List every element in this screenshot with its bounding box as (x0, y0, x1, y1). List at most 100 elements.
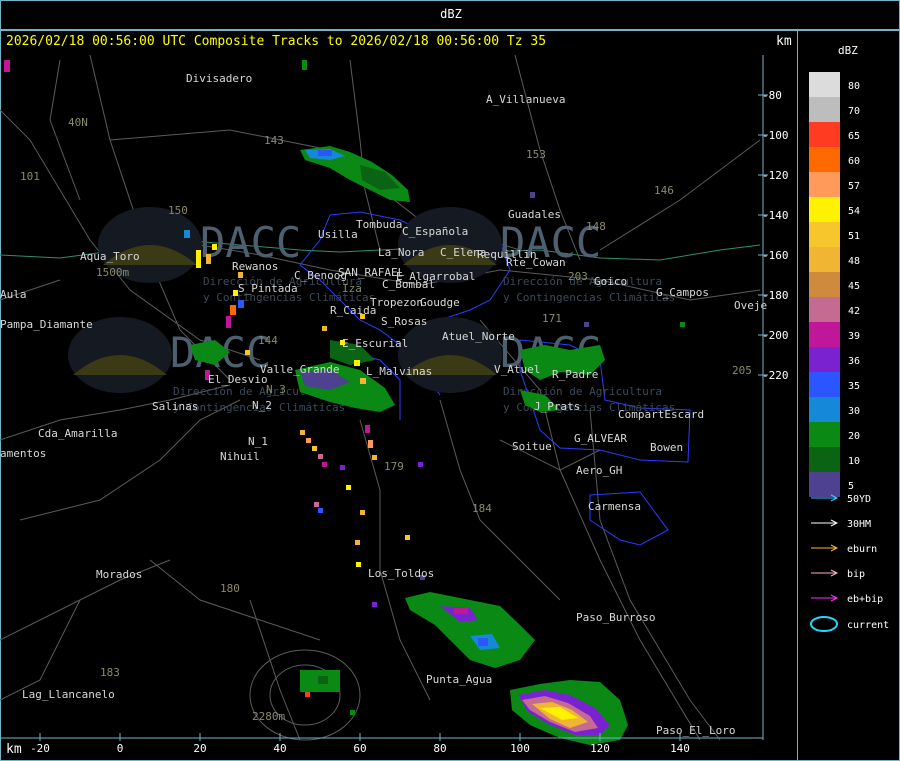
y-tick-label: -100 (762, 129, 789, 142)
place-label: Tropezon (370, 296, 423, 309)
svg-text:150: 150 (168, 204, 188, 217)
legend-swatch (809, 197, 840, 222)
legend-bin-label: 48 (848, 256, 860, 267)
legend-bin-label: 20 (848, 431, 860, 442)
legend-bin-label: 36 (848, 356, 860, 367)
legend-swatch (809, 97, 840, 122)
legend-bin-label: 70 (848, 106, 860, 117)
legend-track-label: bip (847, 569, 865, 580)
x-tick-label: 80 (433, 742, 446, 755)
legend-bin-label: 60 (848, 156, 860, 167)
y-axis: -80 -100 -120 -140 -160 -180 -200 -220 (758, 55, 789, 740)
place-label: La_Nora (378, 246, 424, 259)
legend-track-label: 50YD (847, 494, 871, 505)
place-label: Rewanos (232, 260, 278, 273)
legend-swatch (809, 272, 840, 297)
svg-text:180: 180 (220, 582, 240, 595)
legend-track-label: eb+bip (847, 594, 883, 605)
x-tick-label: 40 (273, 742, 286, 755)
svg-text:148: 148 (586, 220, 606, 233)
legend-swatch (809, 322, 840, 347)
legend-bin-label: 65 (848, 131, 860, 142)
y-tick-label: -180 (762, 289, 789, 302)
place-label: Lag_Llancanelo (22, 688, 115, 701)
svg-text:143: 143 (264, 134, 284, 147)
place-label: Paso_El_Loro (656, 724, 735, 737)
legend-track-label: eburn (847, 544, 877, 555)
place-label: Los_Toldos (368, 567, 434, 580)
legend-bin-label: 54 (848, 206, 860, 217)
place-label: Punta_Agua (426, 673, 492, 686)
legend-bin-label: 35 (848, 381, 860, 392)
place-label: Goico (594, 275, 627, 288)
place-label: Tombuda (356, 218, 402, 231)
place-label: El_Desvio (208, 373, 268, 386)
svg-text:40N: 40N (68, 116, 88, 129)
place-label: E_Escurial (342, 337, 408, 350)
legend-bin-label: 5 (848, 481, 854, 492)
x-tick-label: 140 (670, 742, 690, 755)
place-label: L_Malvinas (366, 365, 432, 378)
legend-swatch (809, 247, 840, 272)
place-label: V_Atuel (494, 363, 540, 376)
legend-swatch (809, 347, 840, 372)
place-label: Soitue (512, 440, 552, 453)
place-label: Nihuil (220, 450, 260, 463)
place-label: Carmensa (588, 500, 641, 513)
place-label: Salinas (152, 400, 198, 413)
legend-bin-label: 80 (848, 81, 860, 92)
legend-swatch (809, 222, 840, 247)
legend-swatch (809, 472, 840, 497)
svg-text:153: 153 (526, 148, 546, 161)
svg-text:184: 184 (472, 502, 492, 515)
place-label: N_2 (252, 399, 272, 412)
x-tick-label: 100 (510, 742, 530, 755)
place-label: Bowen (650, 441, 683, 454)
legend-current-label: current (847, 620, 889, 631)
place-label: S_Pintada (238, 282, 298, 295)
place-label: amentos (0, 447, 46, 460)
legend-bin-label: 39 (848, 331, 860, 342)
legend-swatch (809, 297, 840, 322)
place-label: R_Caida (330, 304, 376, 317)
place-label: C_Española (402, 225, 468, 238)
svg-text:N_3: N_3 (266, 383, 286, 396)
legend-swatch (809, 372, 840, 397)
svg-text:203: 203 (568, 270, 588, 283)
x-tick-label: 60 (353, 742, 366, 755)
legend: 80 70 65 60 57 54 51 48 45 42 39 36 35 30 20 10 5 50YD 30… (809, 72, 889, 632)
svg-text:1500m: 1500m (96, 266, 129, 279)
y-tick-label: -200 (762, 329, 789, 342)
place-label: Aqua_Toro (80, 250, 140, 263)
legend-swatch (809, 72, 840, 97)
place-label: Guadales (508, 208, 561, 221)
x-tick-label: 0 (117, 742, 124, 755)
svg-text:146: 146 (654, 184, 674, 197)
x-tick-label: -20 (30, 742, 50, 755)
legend-bin-label: 45 (848, 281, 860, 292)
svg-text:2280m: 2280m (252, 710, 285, 723)
svg-text:179: 179 (384, 460, 404, 473)
place-label: S_Rosas (381, 315, 427, 328)
place-label: G_ALVEAR (574, 432, 627, 445)
x-tick-label: 20 (193, 742, 206, 755)
svg-text:171: 171 (542, 312, 562, 325)
radar-map[interactable]: DACC Dirección de Agricultura y Continge… (0, 0, 900, 761)
place-label: Atuel_Norte (442, 330, 515, 343)
svg-text:183: 183 (100, 666, 120, 679)
echo-cluster-north (300, 146, 410, 202)
legend-swatch (809, 397, 840, 422)
svg-text:y Contingencias Climáticas: y Contingencias Climáticas (503, 291, 675, 304)
y-tick-label: -120 (762, 169, 789, 182)
y-tick-label: -80 (762, 89, 782, 102)
place-label: Usilla (318, 228, 358, 241)
svg-text:101: 101 (20, 170, 40, 183)
place-label: A_Villanueva (486, 93, 565, 106)
legend-track-label: 30HM (847, 519, 871, 530)
legend-bin-label: 10 (848, 456, 860, 467)
place-label: Rte_Cowan (506, 256, 566, 269)
y-tick-label: -140 (762, 209, 789, 222)
current-track-icon (810, 616, 838, 632)
place-label: Divisadero (186, 72, 252, 85)
legend-swatch (809, 147, 840, 172)
